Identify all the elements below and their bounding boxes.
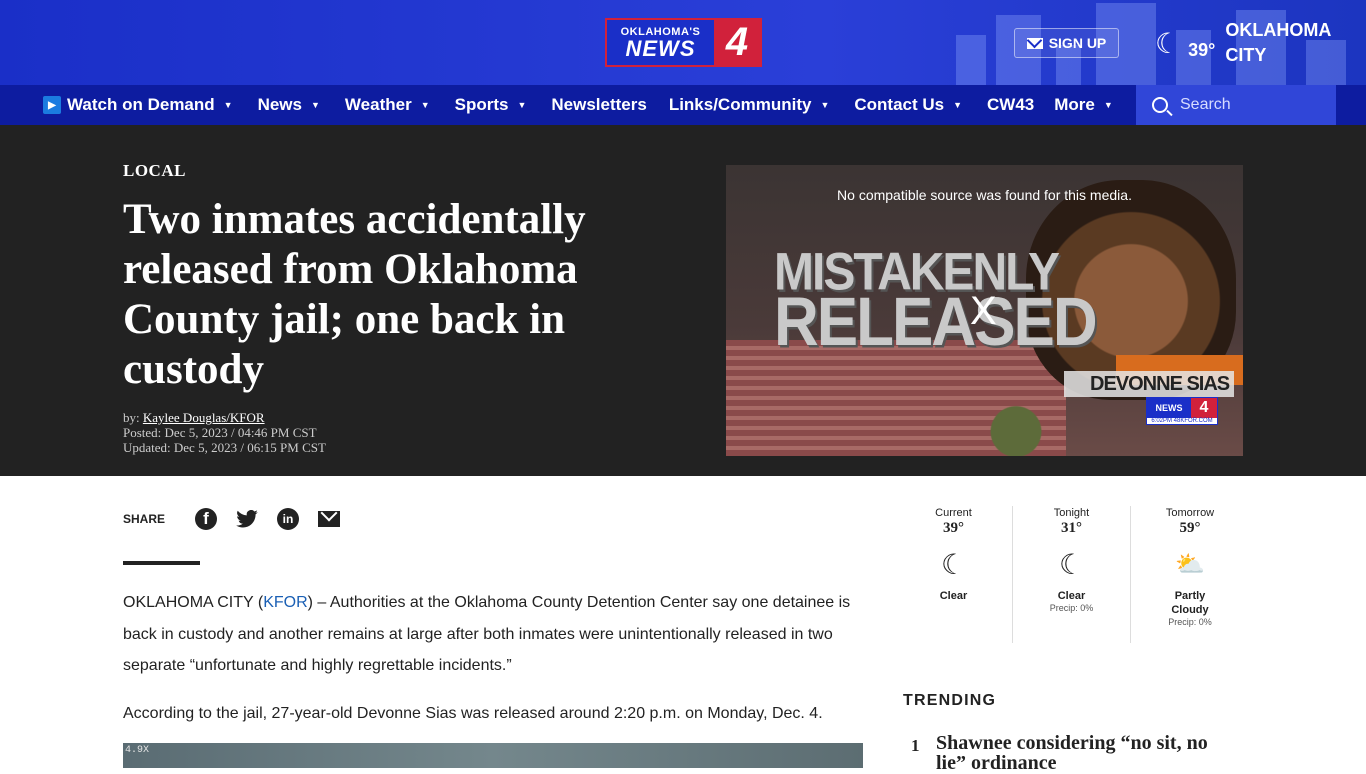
video-name-tag: DEVONNE SIAS xyxy=(1064,371,1234,397)
caret-down-icon: ▼ xyxy=(820,100,830,110)
nav-weather[interactable]: Weather ▼ xyxy=(331,85,441,125)
nav-watch-on-demand[interactable]: ▶ Watch on Demand ▼ xyxy=(32,85,244,125)
caret-down-icon: ▼ xyxy=(517,100,527,110)
search-placeholder: Search xyxy=(1180,96,1231,113)
play-icon: ▶ xyxy=(43,96,61,114)
twitter-icon[interactable] xyxy=(236,508,258,530)
caret-down-icon: ▼ xyxy=(311,100,320,110)
caret-down-icon: ▼ xyxy=(953,100,963,110)
weather-widget[interactable]: Current 39° ☾ Clear Tonight 31° ☾ Clear … xyxy=(895,506,1250,643)
share-bar: SHARE f in xyxy=(123,508,359,530)
category-label[interactable]: LOCAL xyxy=(123,161,186,181)
nav-newsletters[interactable]: Newsletters xyxy=(537,85,657,125)
weather-tomorrow[interactable]: Tomorrow 59° ⛅ Partly Cloudy Precip: 0% xyxy=(1131,506,1249,643)
weather-current[interactable]: Current 39° ☾ Clear xyxy=(895,506,1013,643)
posted-date: Posted: Dec 5, 2023 / 04:46 PM CST xyxy=(123,425,317,440)
nav-links-community[interactable]: Links/Community ▼ xyxy=(658,85,841,125)
trending-item[interactable]: 1 Shawnee considering “no sit, no lie” o… xyxy=(903,733,1236,773)
close-icon[interactable]: X xyxy=(970,289,997,334)
moon-icon: ☾ xyxy=(1155,27,1181,59)
nav-more[interactable]: More ▼ xyxy=(1045,85,1124,125)
partly-cloudy-icon: ⛅ xyxy=(1175,551,1205,578)
article-headline: Two inmates accidentally released from O… xyxy=(123,196,586,393)
search-icon xyxy=(1152,97,1168,113)
paragraph: OKLAHOMA CITY (KFOR) – Authorities at th… xyxy=(123,594,851,674)
caret-down-icon: ▼ xyxy=(1103,100,1113,110)
moon-icon: ☾ xyxy=(940,549,967,580)
nav-contact-us[interactable]: Contact Us ▼ xyxy=(840,85,973,125)
trending-heading: TRENDING xyxy=(903,692,997,709)
trending-title[interactable]: Shawnee considering “no sit, no lie” ord… xyxy=(936,733,1236,773)
envelope-icon xyxy=(1026,37,1043,49)
paragraph: According to the jail, 27-year-old Devon… xyxy=(123,704,823,722)
author-link[interactable]: Kaylee Douglas/KFOR xyxy=(143,410,265,425)
header-temperature: 39° xyxy=(1188,39,1216,60)
article-body: OKLAHOMA CITY (KFOR) – Authorities at th… xyxy=(123,587,868,745)
header-weather[interactable]: ☾ 39° OKLAHOMA CITY xyxy=(1155,18,1335,68)
main-nav: ▶ Watch on Demand ▼ News ▼ Weather ▼ Sports… xyxy=(0,85,1366,125)
weather-tonight[interactable]: Tonight 31° ☾ Clear Precip: 0% xyxy=(1013,506,1131,643)
logo-number: 4 xyxy=(714,20,760,65)
kfor-link[interactable]: KFOR xyxy=(263,594,307,611)
header-city: OKLAHOMA CITY xyxy=(1225,20,1332,65)
divider xyxy=(123,561,200,565)
email-icon[interactable] xyxy=(318,511,341,527)
moon-icon: ☾ xyxy=(1058,549,1085,580)
video-error-message: No compatible source was found for this … xyxy=(837,187,1132,203)
site-logo[interactable]: OKLAHOMA'S NEWS 4 xyxy=(605,18,762,67)
nav-news[interactable]: News ▼ xyxy=(244,85,331,125)
nav-sports[interactable]: Sports ▼ xyxy=(441,85,538,125)
facebook-icon[interactable]: f xyxy=(195,508,218,530)
byline: by: Kaylee Douglas/KFOR Posted: Dec 5, 2… xyxy=(123,410,326,455)
share-label: SHARE xyxy=(123,512,166,526)
logo-main-text: NEWS xyxy=(625,35,696,61)
video-player[interactable]: No compatible source was found for this … xyxy=(726,165,1243,456)
video-title-line2: RELEASED xyxy=(774,284,1098,361)
image-tag: 4.9X xyxy=(125,745,150,756)
search-input[interactable]: Search xyxy=(1136,85,1336,125)
site-header: OKLAHOMA'S NEWS 4 SIGN UP ☾ 39° OKLAHOMA… xyxy=(0,0,1366,85)
nav-cw43[interactable]: CW43 xyxy=(973,85,1045,125)
caret-down-icon: ▼ xyxy=(223,100,233,110)
caret-down-icon: ▼ xyxy=(420,100,430,110)
sign-up-button[interactable]: SIGN UP xyxy=(1014,28,1119,58)
trending-number: 1 xyxy=(911,736,920,755)
article-image: 4.9X xyxy=(123,743,863,768)
sign-up-label: SIGN UP xyxy=(1048,35,1107,51)
linkedin-icon[interactable]: in xyxy=(277,508,300,530)
updated-date: Updated: Dec 5, 2023 / 06:15 PM CST xyxy=(123,440,326,455)
video-station-logo: NEWS 4 6:02PM 48KFOR.COM xyxy=(1146,397,1218,425)
article-hero: LOCAL Two inmates accidentally released … xyxy=(0,125,1366,476)
